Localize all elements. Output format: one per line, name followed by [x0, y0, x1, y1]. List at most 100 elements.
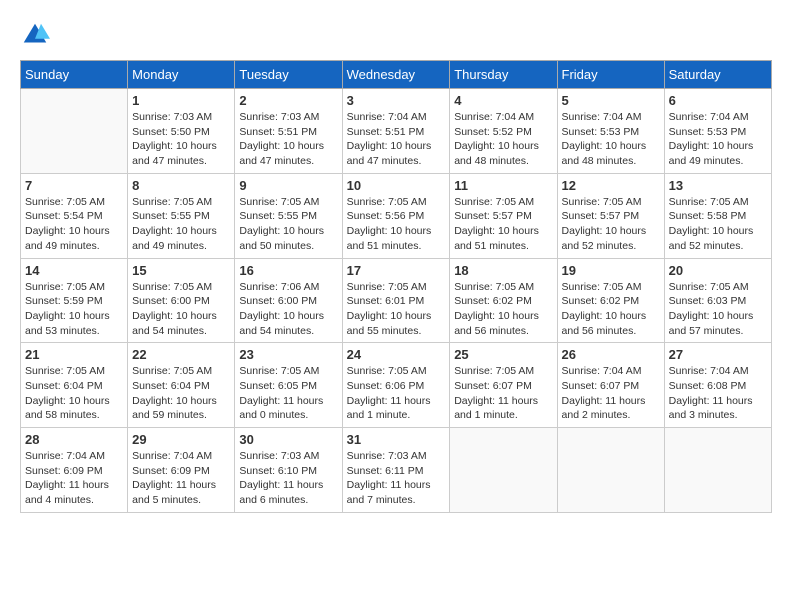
day-info: Sunrise: 7:05 AM Sunset: 6:04 PM Dayligh…	[25, 364, 123, 423]
calendar-cell: 31 Sunrise: 7:03 AM Sunset: 6:11 PM Dayli…	[342, 428, 450, 513]
day-info: Sunrise: 7:05 AM Sunset: 5:57 PM Dayligh…	[454, 195, 552, 254]
day-info: Sunrise: 7:05 AM Sunset: 6:02 PM Dayligh…	[454, 280, 552, 339]
day-number: 23	[239, 347, 337, 362]
day-number: 1	[132, 93, 230, 108]
day-number: 28	[25, 432, 123, 447]
day-info: Sunrise: 7:03 AM Sunset: 5:50 PM Dayligh…	[132, 110, 230, 169]
calendar-cell: 27 Sunrise: 7:04 AM Sunset: 6:08 PM Dayli…	[664, 343, 771, 428]
day-number: 16	[239, 263, 337, 278]
day-number: 20	[669, 263, 767, 278]
day-number: 27	[669, 347, 767, 362]
calendar-cell: 14 Sunrise: 7:05 AM Sunset: 5:59 PM Dayli…	[21, 258, 128, 343]
day-number: 26	[562, 347, 660, 362]
day-number: 13	[669, 178, 767, 193]
weekday-header: Tuesday	[235, 61, 342, 89]
day-info: Sunrise: 7:04 AM Sunset: 5:52 PM Dayligh…	[454, 110, 552, 169]
calendar-week-row: 28 Sunrise: 7:04 AM Sunset: 6:09 PM Dayli…	[21, 428, 772, 513]
day-info: Sunrise: 7:03 AM Sunset: 6:10 PM Dayligh…	[239, 449, 337, 508]
calendar-cell: 13 Sunrise: 7:05 AM Sunset: 5:58 PM Dayli…	[664, 173, 771, 258]
logo	[20, 20, 54, 50]
calendar-cell	[664, 428, 771, 513]
day-number: 5	[562, 93, 660, 108]
calendar-cell: 26 Sunrise: 7:04 AM Sunset: 6:07 PM Dayli…	[557, 343, 664, 428]
calendar-cell: 8 Sunrise: 7:05 AM Sunset: 5:55 PM Daylig…	[128, 173, 235, 258]
weekday-header: Monday	[128, 61, 235, 89]
calendar-cell: 21Sunrise: 7:05 AM Sunset: 6:04 PM Dayli…	[21, 343, 128, 428]
day-number: 6	[669, 93, 767, 108]
calendar-cell: 6 Sunrise: 7:04 AM Sunset: 5:53 PM Daylig…	[664, 89, 771, 174]
day-number: 22	[132, 347, 230, 362]
day-info: Sunrise: 7:04 AM Sunset: 6:09 PM Dayligh…	[132, 449, 230, 508]
calendar-cell: 3Sunrise: 7:04 AM Sunset: 5:51 PM Daylig…	[342, 89, 450, 174]
calendar-cell	[450, 428, 557, 513]
day-number: 3	[347, 93, 446, 108]
day-info: Sunrise: 7:05 AM Sunset: 6:04 PM Dayligh…	[132, 364, 230, 423]
day-info: Sunrise: 7:05 AM Sunset: 5:56 PM Dayligh…	[347, 195, 446, 254]
calendar-cell: 2Sunrise: 7:03 AM Sunset: 5:51 PM Daylig…	[235, 89, 342, 174]
day-number: 30	[239, 432, 337, 447]
calendar-cell	[21, 89, 128, 174]
day-number: 7	[25, 178, 123, 193]
day-number: 11	[454, 178, 552, 193]
calendar-cell: 1 Sunrise: 7:03 AM Sunset: 5:50 PM Daylig…	[128, 89, 235, 174]
calendar-cell: 10 Sunrise: 7:05 AM Sunset: 5:56 PM Dayli…	[342, 173, 450, 258]
day-number: 25	[454, 347, 552, 362]
calendar-cell: 15 Sunrise: 7:05 AM Sunset: 6:00 PM Dayli…	[128, 258, 235, 343]
weekday-header: Saturday	[664, 61, 771, 89]
calendar-week-row: 7 Sunrise: 7:05 AM Sunset: 5:54 PM Daylig…	[21, 173, 772, 258]
day-number: 29	[132, 432, 230, 447]
calendar-cell: 19Sunrise: 7:05 AM Sunset: 6:02 PM Dayli…	[557, 258, 664, 343]
day-number: 9	[239, 178, 337, 193]
calendar-week-row: 14 Sunrise: 7:05 AM Sunset: 5:59 PM Dayli…	[21, 258, 772, 343]
day-info: Sunrise: 7:05 AM Sunset: 5:59 PM Dayligh…	[25, 280, 123, 339]
calendar-cell: 4 Sunrise: 7:04 AM Sunset: 5:52 PM Daylig…	[450, 89, 557, 174]
calendar-cell: 28 Sunrise: 7:04 AM Sunset: 6:09 PM Dayli…	[21, 428, 128, 513]
day-info: Sunrise: 7:05 AM Sunset: 5:57 PM Dayligh…	[562, 195, 660, 254]
day-info: Sunrise: 7:05 AM Sunset: 5:54 PM Dayligh…	[25, 195, 123, 254]
calendar-table: SundayMondayTuesdayWednesdayThursdayFrid…	[20, 60, 772, 513]
calendar-cell: 9Sunrise: 7:05 AM Sunset: 5:55 PM Daylig…	[235, 173, 342, 258]
day-number: 31	[347, 432, 446, 447]
calendar-week-row: 21Sunrise: 7:05 AM Sunset: 6:04 PM Dayli…	[21, 343, 772, 428]
day-number: 15	[132, 263, 230, 278]
weekday-header: Friday	[557, 61, 664, 89]
calendar-cell: 25 Sunrise: 7:05 AM Sunset: 6:07 PM Dayli…	[450, 343, 557, 428]
calendar-cell: 12 Sunrise: 7:05 AM Sunset: 5:57 PM Dayli…	[557, 173, 664, 258]
day-info: Sunrise: 7:05 AM Sunset: 6:00 PM Dayligh…	[132, 280, 230, 339]
logo-icon	[20, 20, 50, 50]
calendar-cell: 24 Sunrise: 7:05 AM Sunset: 6:06 PM Dayli…	[342, 343, 450, 428]
day-info: Sunrise: 7:05 AM Sunset: 6:05 PM Dayligh…	[239, 364, 337, 423]
calendar-cell: 22 Sunrise: 7:05 AM Sunset: 6:04 PM Dayli…	[128, 343, 235, 428]
day-info: Sunrise: 7:03 AM Sunset: 5:51 PM Dayligh…	[239, 110, 337, 169]
calendar-cell: 18 Sunrise: 7:05 AM Sunset: 6:02 PM Dayli…	[450, 258, 557, 343]
day-info: Sunrise: 7:05 AM Sunset: 6:01 PM Dayligh…	[347, 280, 446, 339]
calendar-cell: 16Sunrise: 7:06 AM Sunset: 6:00 PM Dayli…	[235, 258, 342, 343]
day-info: Sunrise: 7:03 AM Sunset: 6:11 PM Dayligh…	[347, 449, 446, 508]
day-number: 19	[562, 263, 660, 278]
day-number: 4	[454, 93, 552, 108]
calendar-cell: 23 Sunrise: 7:05 AM Sunset: 6:05 PM Dayli…	[235, 343, 342, 428]
weekday-header-row: SundayMondayTuesdayWednesdayThursdayFrid…	[21, 61, 772, 89]
day-info: Sunrise: 7:04 AM Sunset: 5:53 PM Dayligh…	[562, 110, 660, 169]
calendar-cell: 29 Sunrise: 7:04 AM Sunset: 6:09 PM Dayli…	[128, 428, 235, 513]
day-number: 18	[454, 263, 552, 278]
calendar-week-row: 1 Sunrise: 7:03 AM Sunset: 5:50 PM Daylig…	[21, 89, 772, 174]
day-number: 10	[347, 178, 446, 193]
day-info: Sunrise: 7:04 AM Sunset: 6:08 PM Dayligh…	[669, 364, 767, 423]
day-number: 14	[25, 263, 123, 278]
day-info: Sunrise: 7:04 AM Sunset: 5:53 PM Dayligh…	[669, 110, 767, 169]
day-info: Sunrise: 7:04 AM Sunset: 6:09 PM Dayligh…	[25, 449, 123, 508]
calendar-cell: 7 Sunrise: 7:05 AM Sunset: 5:54 PM Daylig…	[21, 173, 128, 258]
calendar-cell: 20 Sunrise: 7:05 AM Sunset: 6:03 PM Dayli…	[664, 258, 771, 343]
day-info: Sunrise: 7:05 AM Sunset: 5:58 PM Dayligh…	[669, 195, 767, 254]
calendar-cell	[557, 428, 664, 513]
day-info: Sunrise: 7:04 AM Sunset: 6:07 PM Dayligh…	[562, 364, 660, 423]
day-number: 12	[562, 178, 660, 193]
day-info: Sunrise: 7:05 AM Sunset: 6:03 PM Dayligh…	[669, 280, 767, 339]
day-info: Sunrise: 7:05 AM Sunset: 6:07 PM Dayligh…	[454, 364, 552, 423]
day-info: Sunrise: 7:05 AM Sunset: 6:06 PM Dayligh…	[347, 364, 446, 423]
weekday-header: Thursday	[450, 61, 557, 89]
day-info: Sunrise: 7:05 AM Sunset: 5:55 PM Dayligh…	[132, 195, 230, 254]
day-number: 24	[347, 347, 446, 362]
day-number: 8	[132, 178, 230, 193]
